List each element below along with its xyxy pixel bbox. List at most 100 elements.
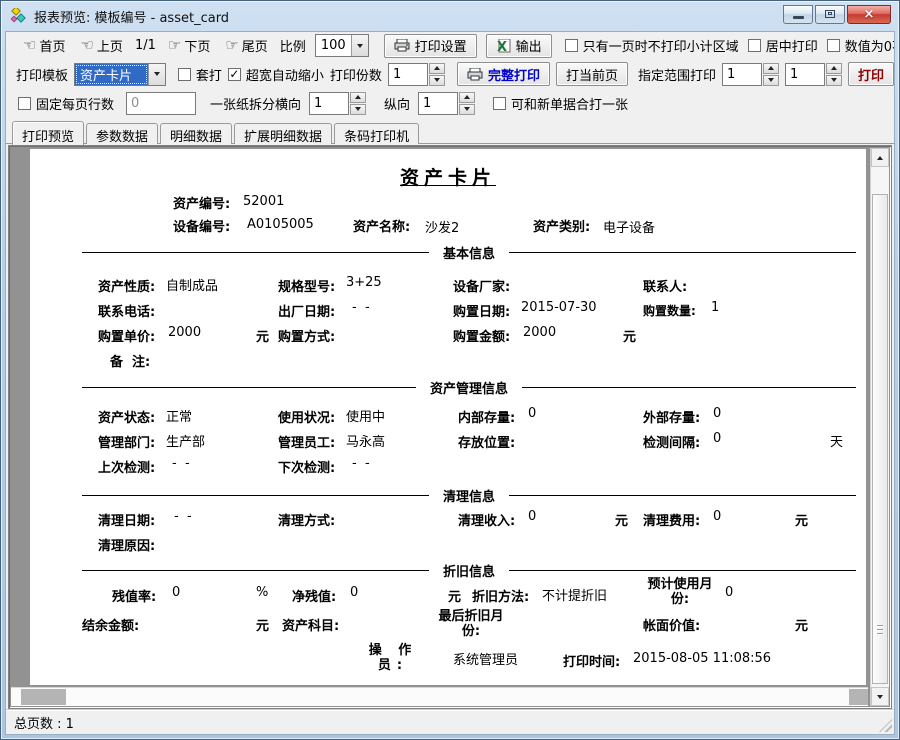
tab-barcode-printer[interactable]: 条码打印机 xyxy=(334,123,419,144)
internal-stock-label: 内部存量: xyxy=(458,407,515,426)
amount-label: 购置金额: xyxy=(453,326,510,345)
spin-down-button[interactable] xyxy=(826,75,842,86)
asset-no-value: 52001 xyxy=(243,194,284,209)
maximize-button[interactable] xyxy=(815,5,845,24)
clean-income-unit: 元 xyxy=(615,510,628,529)
checkbox-zero-not-print[interactable]: 数值为0不打 xyxy=(827,36,894,55)
tab-detail-data[interactable]: 明细数据 xyxy=(160,123,232,144)
dep-method-label: 折旧方法: xyxy=(472,586,529,605)
window-title: 报表预览: 模板编号 - asset_card xyxy=(34,7,229,26)
range-from-stepper[interactable]: 1 xyxy=(722,63,779,86)
close-icon: × xyxy=(864,8,875,21)
split-horizontal-value[interactable]: 1 xyxy=(309,92,349,115)
net-residual-value: 0 xyxy=(350,585,358,600)
spin-down-button[interactable] xyxy=(459,104,475,115)
spin-down-button[interactable] xyxy=(763,75,779,86)
residual-rate-label: 残值率: xyxy=(112,586,156,605)
unit-price-label: 购置单价: xyxy=(98,326,155,345)
print-current-page-button[interactable]: 打当前页 xyxy=(556,62,628,86)
staff-value: 马永高 xyxy=(346,431,385,450)
section-mgmt-info: 资产管理信息 xyxy=(82,379,856,395)
spin-down-button[interactable] xyxy=(429,75,445,86)
scroll-down-button[interactable] xyxy=(871,687,889,706)
spin-up-button[interactable] xyxy=(429,63,445,74)
hand-left-icon: ☜ xyxy=(80,38,93,53)
minimize-button[interactable] xyxy=(783,5,813,24)
export-button[interactable]: X 输出 xyxy=(486,34,552,58)
split-horizontal-stepper[interactable]: 1 xyxy=(309,92,366,115)
checkbox-merge-print[interactable]: 可和新单据合打一张 xyxy=(493,94,628,113)
range-to-stepper[interactable]: 1 xyxy=(785,63,842,86)
checkbox-auto-shrink[interactable]: ✓ 超宽自动缩小 xyxy=(228,65,324,84)
next-page-button[interactable]: ☞ 下页 xyxy=(165,34,213,57)
horizontal-scroll-thumb[interactable] xyxy=(21,689,66,705)
total-pages-text: 总页数 : 1 xyxy=(14,713,74,732)
print-time-label: 打印时间: xyxy=(563,651,620,670)
chevron-down-icon[interactable] xyxy=(351,35,368,56)
tab-parameter-data[interactable]: 参数数据 xyxy=(86,123,158,144)
asset-name-label: 资产名称: xyxy=(353,216,410,235)
checkbox-box xyxy=(493,97,506,110)
section-basic-info: 基本信息 xyxy=(82,244,856,260)
checkbox-no-subtotal-single-page[interactable]: 只有一页时不打印小计区域 xyxy=(565,36,739,55)
device-no-label: 设备编号: xyxy=(173,216,230,235)
amount-value: 2000 xyxy=(523,325,556,340)
fixed-rows-input[interactable]: 0 xyxy=(126,92,196,115)
range-from-value[interactable]: 1 xyxy=(722,63,762,86)
chevron-down-icon[interactable] xyxy=(148,64,165,85)
split-vertical-stepper[interactable]: 1 xyxy=(418,92,475,115)
spin-up-button[interactable] xyxy=(459,92,475,103)
clean-income-value: 0 xyxy=(528,509,536,524)
unit-price-value: 2000 xyxy=(168,325,201,340)
prev-page-button[interactable]: ☜ 上页 xyxy=(77,34,125,57)
check-icon: ✓ xyxy=(229,68,239,80)
tab-extended-detail-data[interactable]: 扩展明细数据 xyxy=(234,123,332,144)
interval-unit: 天 xyxy=(830,431,843,450)
checkbox-center-print[interactable]: 居中打印 xyxy=(748,36,818,55)
spin-up-button[interactable] xyxy=(826,63,842,74)
scale-combobox[interactable]: 100 xyxy=(315,34,369,57)
vertical-scroll-thumb[interactable] xyxy=(872,194,888,684)
resize-grip[interactable] xyxy=(879,719,892,732)
copies-value[interactable]: 1 xyxy=(388,63,428,86)
titlebar[interactable]: 报表预览: 模板编号 - asset_card × xyxy=(1,1,899,31)
checkbox-overlay-print[interactable]: 套打 xyxy=(178,65,222,84)
tab-print-preview[interactable]: 打印预览 xyxy=(12,121,84,145)
clean-cost-value: 0 xyxy=(713,509,721,524)
first-page-label: 首页 xyxy=(39,36,65,55)
dep-method-value: 不计提折旧 xyxy=(542,585,607,604)
copies-stepper[interactable]: 1 xyxy=(388,63,445,86)
print-button[interactable]: 打印 xyxy=(848,62,894,86)
horizontal-scrollbar[interactable] xyxy=(11,687,868,706)
template-label: 打印模板 xyxy=(16,65,68,84)
factory-date-value: - - xyxy=(352,300,370,315)
prev-page-label: 上页 xyxy=(97,36,123,55)
first-page-button[interactable]: ☜ 首页 xyxy=(20,34,68,57)
full-print-button[interactable]: 完整打印 xyxy=(457,62,550,86)
checkbox-fixed-rows[interactable]: 固定每页行数 xyxy=(18,94,114,113)
printer-icon xyxy=(467,68,483,81)
spin-up-button[interactable] xyxy=(350,92,366,103)
contact-label: 联系人: xyxy=(643,276,687,295)
vertical-scrollbar[interactable] xyxy=(870,148,889,706)
range-to-value[interactable]: 1 xyxy=(785,63,825,86)
remark-label: 备 注: xyxy=(110,351,150,370)
spec-value: 3+25 xyxy=(346,275,382,290)
net-residual-unit: 元 xyxy=(448,586,461,605)
split-vertical-value[interactable]: 1 xyxy=(418,92,458,115)
print-settings-button[interactable]: 打印设置 xyxy=(384,34,477,58)
operator-label: 操 作 员: xyxy=(353,643,433,673)
excel-export-icon: X xyxy=(496,39,511,53)
export-label: 输出 xyxy=(516,36,542,55)
scroll-up-button[interactable] xyxy=(871,148,889,167)
copies-label: 打印份数 xyxy=(330,65,382,84)
spec-label: 规格型号: xyxy=(278,276,335,295)
scale-label: 比例 xyxy=(280,36,306,55)
close-button[interactable]: × xyxy=(847,5,891,24)
spin-up-button[interactable] xyxy=(763,63,779,74)
checkbox-box xyxy=(748,39,761,52)
next-check-label: 下次检测: xyxy=(278,457,335,476)
spin-down-button[interactable] xyxy=(350,104,366,115)
last-page-button[interactable]: ☞ 尾页 xyxy=(222,34,270,57)
template-combobox[interactable]: 资产卡片 xyxy=(74,63,166,86)
